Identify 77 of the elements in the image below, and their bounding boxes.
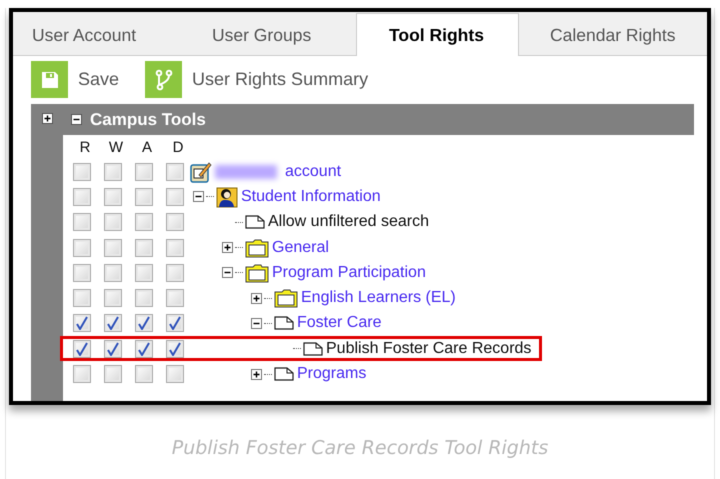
checkbox[interactable] (166, 188, 184, 206)
checkbox[interactable] (73, 314, 91, 332)
tree-link[interactable]: Program Participation (272, 264, 426, 282)
column-header: R (78, 139, 92, 157)
checkbox[interactable] (135, 365, 153, 384)
checkbox[interactable] (73, 340, 91, 358)
checkbox[interactable] (73, 188, 91, 206)
tree-link[interactable]: Programs (297, 365, 366, 384)
checkbox[interactable] (104, 213, 122, 232)
checkbox[interactable] (135, 162, 153, 181)
checkbox[interactable] (104, 289, 122, 308)
tree-item[interactable]: Allow unfiltered search (268, 213, 429, 232)
checkbox[interactable] (166, 213, 184, 232)
checkbox[interactable] (166, 264, 184, 282)
panel-title: Campus Tools (90, 110, 206, 130)
checkbox[interactable] (135, 264, 153, 282)
checkbox[interactable] (104, 340, 122, 358)
tree-link[interactable]: English Learners (EL) (301, 289, 456, 308)
branch-icon (145, 61, 182, 98)
checkbox[interactable] (166, 314, 184, 332)
checkbox[interactable] (135, 314, 153, 332)
tree-link[interactable]: Foster Care (297, 314, 382, 332)
tree-link[interactable]: account (285, 162, 342, 181)
checkbox[interactable] (135, 289, 153, 308)
notepad-pencil-icon (190, 160, 212, 183)
expand-icon[interactable] (251, 292, 262, 304)
collapse-icon[interactable] (71, 114, 82, 125)
checkbox[interactable] (73, 289, 91, 308)
collapse-icon[interactable] (193, 191, 204, 202)
checkbox[interactable] (166, 340, 184, 358)
checkbox[interactable] (73, 238, 91, 257)
expand-icon[interactable] (42, 113, 52, 124)
button-label: User Rights Summary (192, 69, 368, 90)
checkbox[interactable] (104, 365, 122, 384)
expand-icon[interactable] (251, 368, 262, 380)
expand-icon[interactable] (222, 242, 233, 254)
checkbox[interactable] (104, 238, 122, 257)
folder-icon (274, 288, 298, 308)
figure-caption: Publish Foster Care Records Tool Rights (170, 437, 550, 459)
checkbox[interactable] (135, 213, 153, 232)
tab[interactable]: Tool Rights (356, 13, 519, 56)
checkbox[interactable] (73, 213, 91, 232)
checkbox[interactable] (135, 238, 153, 257)
checkbox[interactable] (104, 264, 122, 282)
page-icon (245, 215, 265, 230)
checkbox[interactable] (135, 188, 153, 206)
collapse-icon[interactable] (251, 318, 262, 329)
checkbox[interactable] (104, 314, 122, 332)
checkbox[interactable] (166, 365, 184, 384)
tab[interactable]: User Account (13, 13, 176, 56)
checkbox[interactable] (166, 162, 184, 181)
checkbox[interactable] (104, 188, 122, 206)
tab[interactable]: Calendar Rights (519, 13, 707, 56)
checkbox[interactable] (73, 162, 91, 181)
collapse-icon[interactable] (222, 267, 233, 278)
tab[interactable]: User Groups (176, 13, 356, 56)
checkbox[interactable] (166, 238, 184, 257)
tree-link[interactable]: General (272, 238, 329, 257)
button-label: Save (78, 69, 120, 90)
summary-button[interactable]: User Rights Summary (145, 61, 368, 98)
column-header: D (172, 139, 184, 157)
folder-icon (245, 238, 269, 258)
checkbox[interactable] (73, 264, 91, 282)
column-header: A (140, 139, 153, 157)
page-icon (274, 367, 294, 382)
person-icon (216, 186, 238, 208)
checkbox[interactable] (135, 340, 153, 358)
page-icon (274, 316, 294, 330)
folder-icon (245, 262, 269, 283)
tree-link[interactable]: Student Information (241, 188, 381, 206)
save-button[interactable]: Save (31, 61, 120, 98)
checkbox[interactable] (73, 365, 91, 384)
column-header: W (108, 139, 124, 157)
page-icon (303, 342, 323, 356)
checkbox[interactable] (166, 289, 184, 308)
tree-item[interactable]: Publish Foster Care Records (326, 340, 532, 358)
checkbox[interactable] (104, 162, 122, 181)
